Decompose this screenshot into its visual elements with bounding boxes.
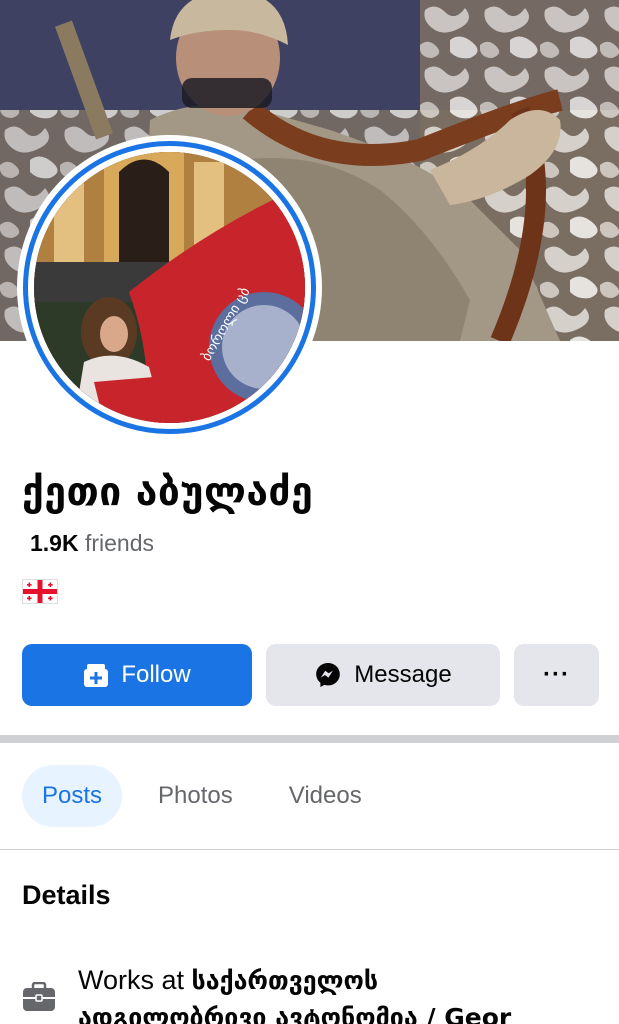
section-divider (0, 735, 619, 743)
profile-tabs: Posts Photos Videos (22, 765, 382, 827)
messenger-icon (314, 661, 342, 689)
georgia-flag-icon (22, 579, 58, 604)
profile-name: ქეთი აბულაძე (22, 470, 314, 515)
tab-videos-label: Videos (288, 782, 362, 809)
friends-label: friends (84, 530, 155, 556)
details-heading: Details (22, 880, 111, 910)
tab-photos-label: Photos (158, 782, 233, 809)
story-ring: ბოროლი ცბ (23, 141, 316, 434)
message-button[interactable]: Message (266, 644, 500, 706)
friends-count-value: 1.9K (30, 530, 79, 556)
work-organization[interactable]: საქართველოს (192, 966, 379, 995)
follow-label: Follow (121, 661, 191, 688)
tab-videos[interactable]: Videos (269, 765, 382, 827)
more-options-icon: ··· (543, 661, 570, 688)
follow-button[interactable]: Follow (22, 644, 252, 706)
work-prefix: Works at (78, 965, 192, 995)
tab-photos[interactable]: Photos (138, 765, 253, 827)
work-organization-line2[interactable]: ადგილობრივი ავტონომია / Geor (78, 1003, 511, 1024)
tabs-divider (0, 849, 619, 850)
work-text: Works at საქართველოს ადგილობრივი ავტონომ… (78, 962, 618, 1024)
more-options-button[interactable]: ··· (514, 644, 599, 706)
message-label: Message (354, 661, 452, 688)
avatar-image: ბოროლი ცბ (34, 152, 305, 423)
briefcase-icon (22, 981, 56, 1017)
follow-icon (83, 662, 109, 688)
tab-posts-label: Posts (42, 782, 103, 809)
friends-count[interactable]: 1.9K friends (30, 530, 154, 557)
tab-posts[interactable]: Posts (22, 765, 123, 827)
profile-avatar[interactable]: ბოროლი ცბ (17, 135, 322, 440)
